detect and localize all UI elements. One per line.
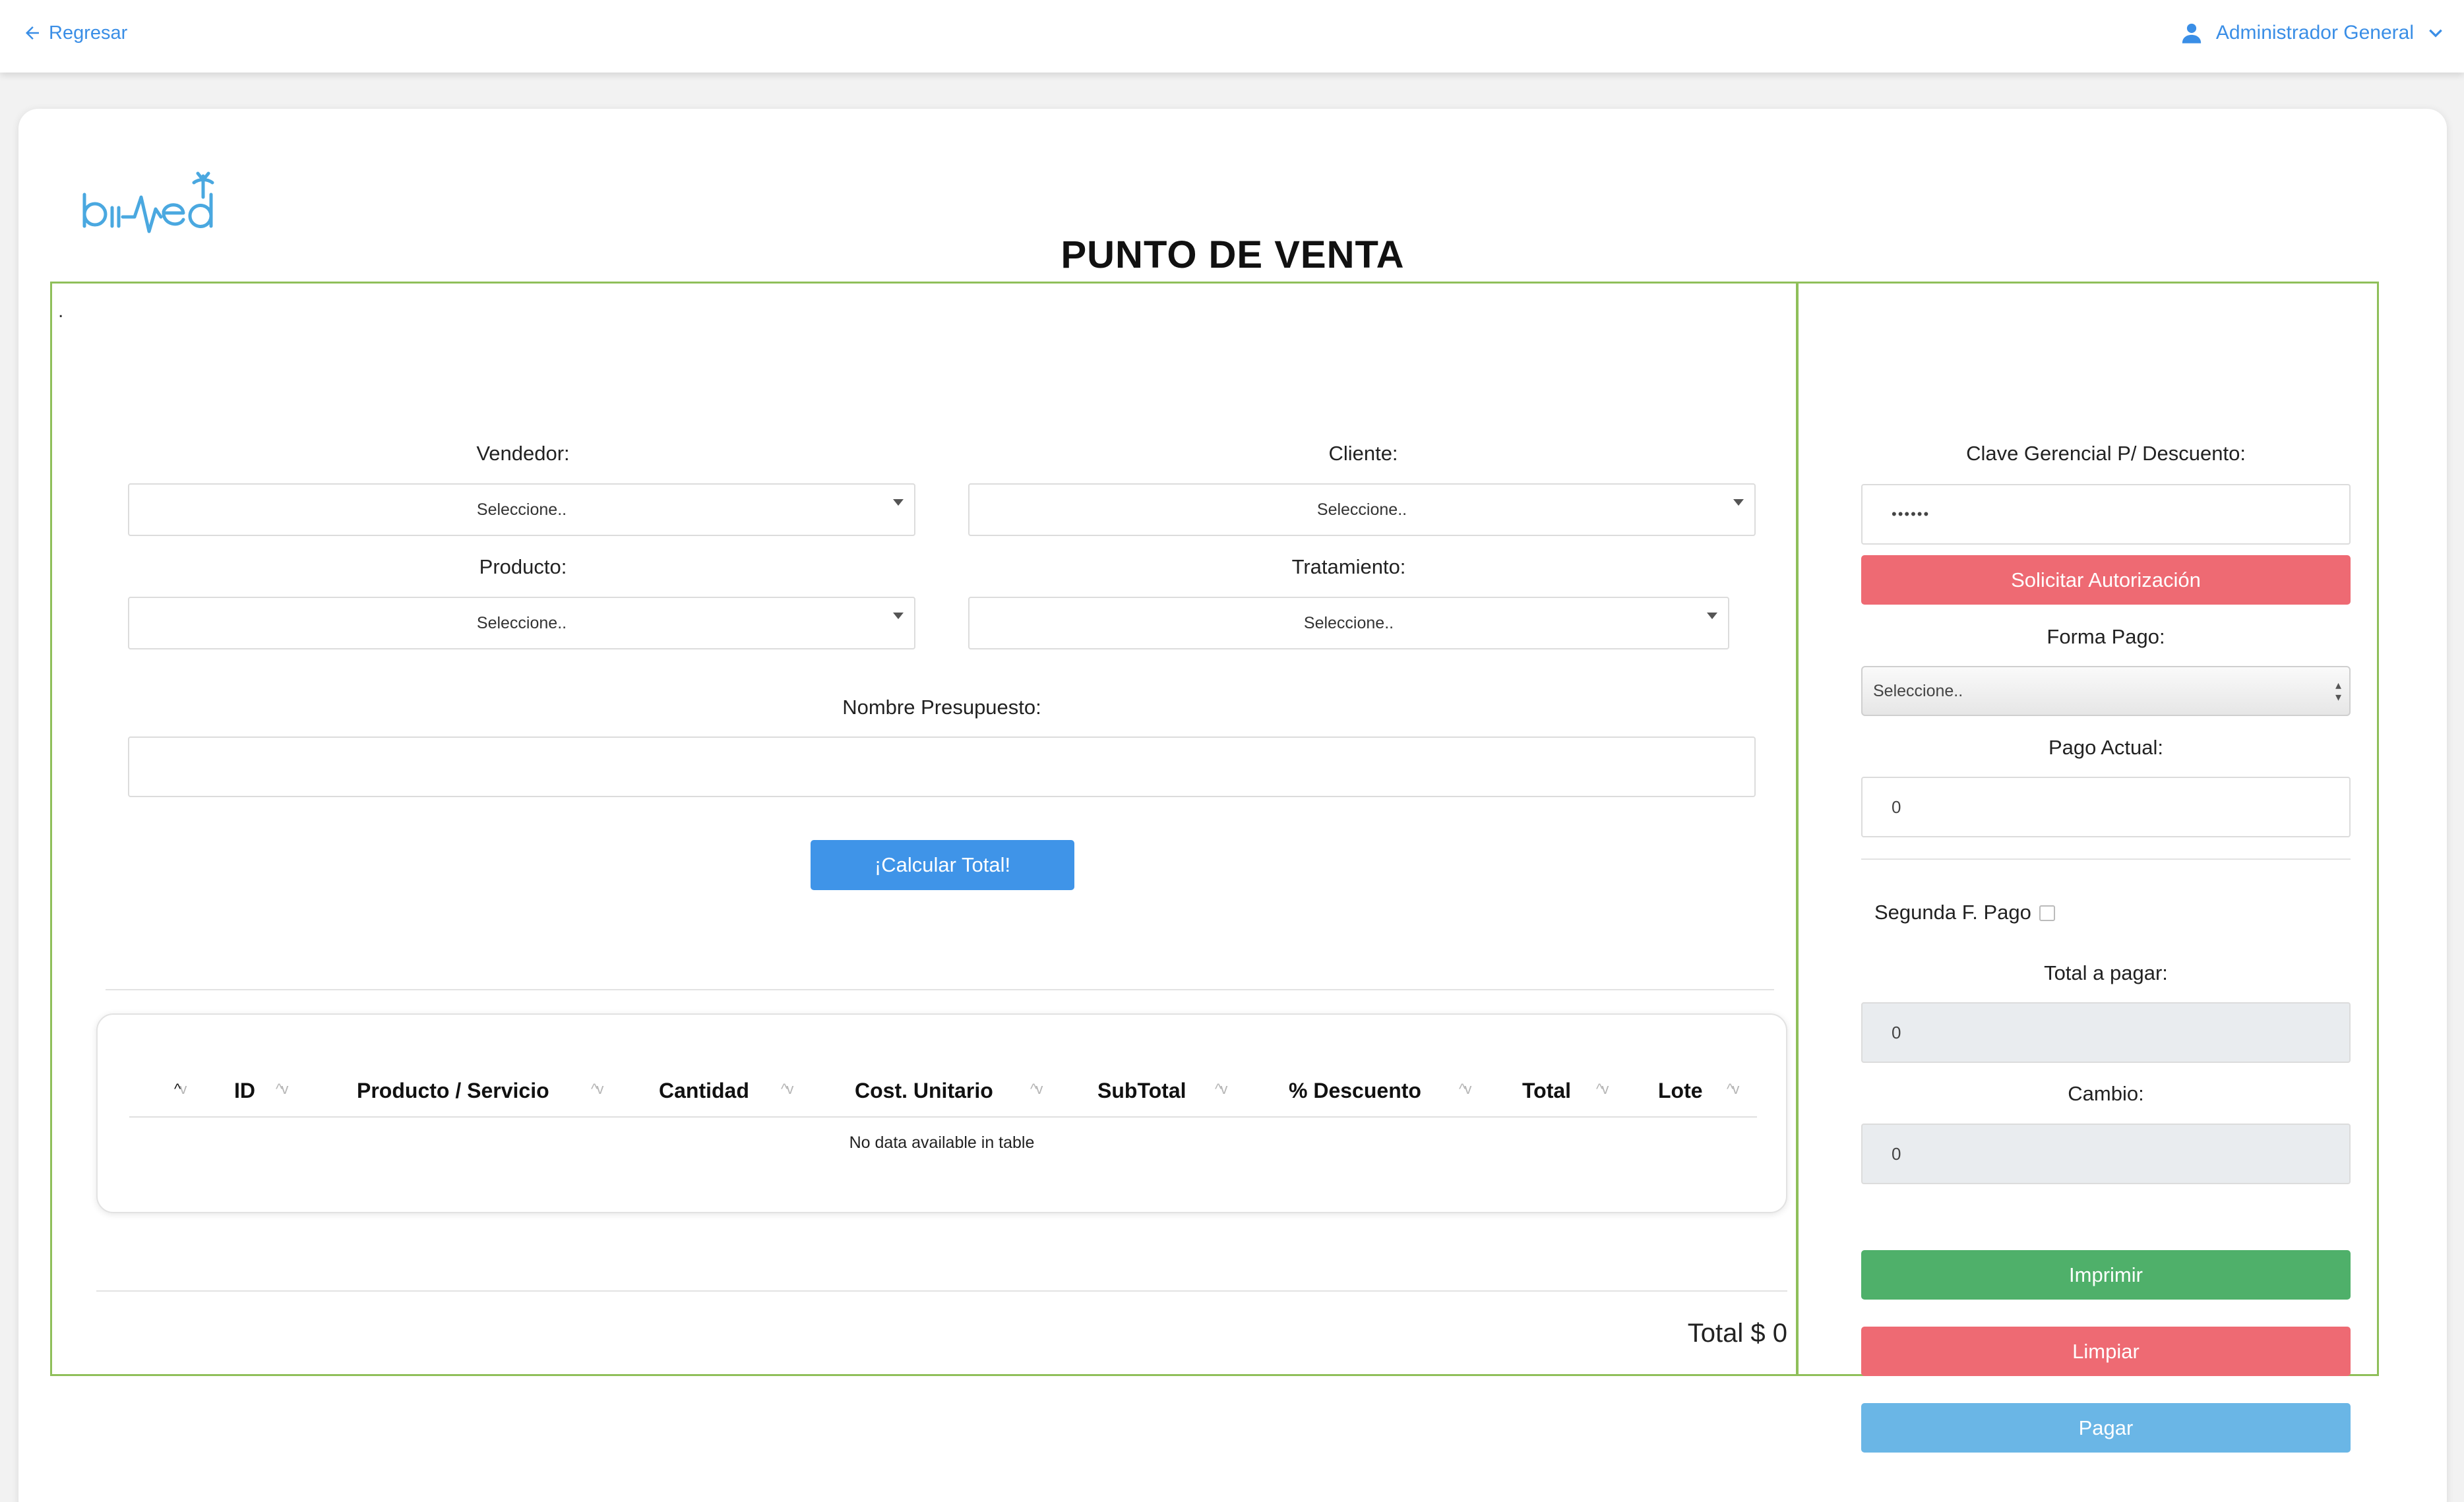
imprimir-button[interactable]: Imprimir — [1861, 1250, 2351, 1300]
producto-select[interactable]: Seleccione.. — [128, 597, 915, 649]
arrow-left-icon — [26, 26, 39, 40]
vendedor-select[interactable]: Seleccione.. — [128, 483, 915, 536]
sort-arrows-icon[interactable]: ^v — [174, 1081, 187, 1098]
presupuesto-label: Nombre Presupuesto: — [842, 696, 1041, 719]
solicitar-autorizacion-button[interactable]: Solicitar Autorización — [1861, 555, 2351, 605]
producto-select-value: Seleccione.. — [476, 613, 567, 632]
back-link[interactable]: Regresar — [22, 20, 127, 46]
caret-down-icon — [1733, 499, 1744, 506]
sort-arrows-icon[interactable]: ^v — [1727, 1081, 1739, 1098]
segunda-pago-label: Segunda F. Pago — [1874, 901, 2031, 924]
calcular-total-button[interactable]: ¡Calcular Total! — [811, 840, 1074, 890]
user-name: Administrador General — [2215, 22, 2414, 44]
cliente-label: Cliente: — [1328, 442, 1398, 465]
tratamiento-select[interactable]: Seleccione.. — [968, 597, 1729, 649]
updown-arrows-icon: ▴ ▾ — [2335, 678, 2341, 704]
col-header-subtotal[interactable]: SubTotal — [1097, 1079, 1186, 1103]
caret-down-icon — [893, 613, 904, 619]
sort-arrows-icon[interactable]: ^v — [591, 1081, 603, 1098]
vendedor-label: Vendedor: — [476, 442, 570, 465]
caret-down-icon — [893, 499, 904, 506]
sort-arrows-icon[interactable]: ^v — [1030, 1081, 1043, 1098]
divider — [106, 989, 1774, 990]
forma-pago-value: Seleccione.. — [1873, 681, 1963, 700]
user-menu[interactable]: Administrador General — [2180, 18, 2444, 47]
col-header-cost-unitario[interactable]: Cost. Unitario — [855, 1079, 993, 1103]
limpiar-button[interactable]: Limpiar — [1861, 1327, 2351, 1376]
clave-label: Clave Gerencial P/ Descuento: — [1966, 442, 2246, 465]
user-icon — [2182, 23, 2202, 44]
top-navbar: Regresar Administrador General — [0, 0, 2464, 73]
grand-total: Total $ 0 — [1687, 1319, 1787, 1348]
sort-arrows-icon[interactable]: ^v — [1459, 1081, 1471, 1098]
cliente-select[interactable]: Seleccione.. — [968, 483, 1756, 536]
pago-actual-label: Pago Actual: — [2048, 736, 2164, 759]
pago-actual-input[interactable]: 0 — [1861, 777, 2351, 837]
items-table: ^v ID ^v Producto / Servicio ^v Cantidad… — [96, 1013, 1787, 1213]
sort-arrows-icon[interactable]: ^v — [1215, 1081, 1227, 1098]
total-pagar-label: Total a pagar: — [2044, 961, 2168, 984]
col-header-total[interactable]: Total — [1522, 1079, 1571, 1103]
divider — [1861, 858, 2351, 860]
col-header-cantidad[interactable]: Cantidad — [659, 1079, 749, 1103]
vendedor-select-value: Seleccione.. — [476, 500, 567, 519]
sort-arrows-icon[interactable]: ^v — [781, 1081, 793, 1098]
table-empty-message: No data available in table — [849, 1133, 1035, 1152]
cambio-label: Cambio: — [2068, 1082, 2144, 1105]
caret-down-icon — [1707, 613, 1717, 619]
total-pagar-field: 0 — [1861, 1002, 2351, 1063]
clave-input[interactable]: •••••• — [1861, 484, 2351, 545]
cliente-select-value: Seleccione.. — [1316, 500, 1407, 519]
cambio-field: 0 — [1861, 1124, 2351, 1184]
segunda-pago-checkbox[interactable] — [2039, 905, 2055, 921]
table-header-divider — [129, 1116, 1757, 1118]
back-label: Regresar — [49, 22, 128, 44]
col-header-id[interactable]: ID — [234, 1079, 255, 1103]
sort-arrows-icon[interactable]: ^v — [276, 1081, 288, 1098]
pagar-button[interactable]: Pagar — [1861, 1403, 2351, 1453]
sort-arrows-icon[interactable]: ^v — [1596, 1081, 1609, 1098]
forma-pago-select[interactable]: Seleccione.. ▴ ▾ — [1861, 666, 2351, 716]
forma-pago-label: Forma Pago: — [2047, 625, 2165, 648]
divider — [96, 1290, 1787, 1292]
page-title: PUNTO DE VENTA — [1061, 233, 1405, 276]
bimed-logo — [82, 171, 214, 233]
tratamiento-label: Tratamiento: — [1291, 555, 1406, 578]
presupuesto-input[interactable] — [128, 736, 1756, 797]
producto-label: Producto: — [479, 555, 567, 578]
col-header-lote[interactable]: Lote — [1658, 1079, 1703, 1103]
col-header-descuento[interactable]: % Descuento — [1289, 1079, 1421, 1103]
chevron-down-icon — [2429, 29, 2442, 38]
col-header-producto[interactable]: Producto / Servicio — [357, 1079, 549, 1103]
tratamiento-select-value: Seleccione.. — [1303, 613, 1394, 632]
